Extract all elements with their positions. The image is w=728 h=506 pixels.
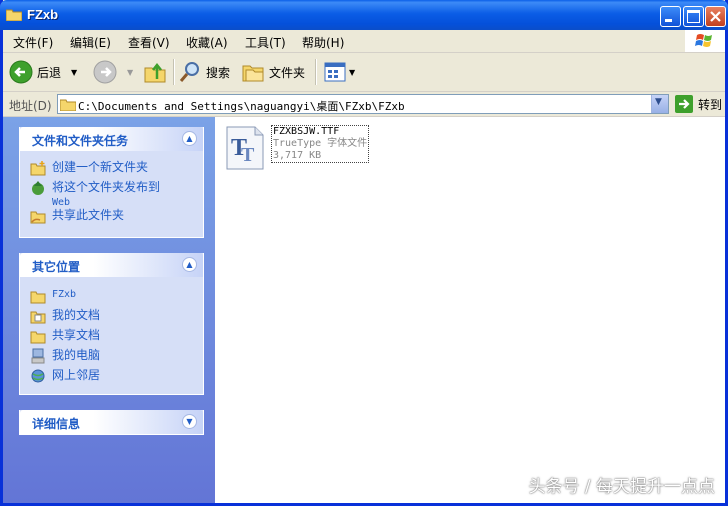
places-panel: 其它位置 ▲ FZxb 我的文档 共享文档 我的电脑 网上邻居 bbox=[19, 253, 204, 395]
shared-documents-icon bbox=[30, 331, 46, 344]
views-dropdown-icon: ▼ bbox=[349, 67, 356, 77]
menu-help[interactable]: 帮助(H) bbox=[302, 34, 344, 51]
folder-icon bbox=[30, 291, 46, 304]
place-my-documents[interactable]: 我的文档 bbox=[30, 308, 100, 324]
windows-flag-icon bbox=[695, 34, 712, 47]
go-label: 转到 bbox=[698, 97, 723, 112]
address-input[interactable]: C:\Documents and Settings\naguangyi\桌面\F… bbox=[57, 94, 669, 114]
folder-icon bbox=[6, 9, 22, 21]
place-fzxb[interactable]: FZxb bbox=[30, 288, 76, 304]
forward-button[interactable]: ▼ bbox=[93, 59, 133, 85]
toolbar-separator bbox=[173, 59, 175, 85]
chevron-up-icon[interactable]: ▲ bbox=[182, 257, 197, 272]
task-label: 创建一个新文件夹 bbox=[52, 160, 149, 174]
places-panel-title: 其它位置 bbox=[32, 260, 81, 274]
publish-web-icon bbox=[32, 181, 44, 195]
minimize-button[interactable] bbox=[660, 6, 681, 27]
place-label: 网上邻居 bbox=[52, 368, 101, 382]
menu-tools[interactable]: 工具(T) bbox=[245, 34, 286, 51]
maximize-button[interactable] bbox=[683, 6, 704, 27]
folders-button[interactable]: 文件夹 bbox=[241, 59, 305, 85]
close-button[interactable] bbox=[705, 6, 726, 27]
minimize-icon bbox=[665, 19, 672, 22]
up-folder-icon bbox=[144, 62, 166, 83]
file-info: FZXBSJW.TTF TrueType 字体文件 3,717 KB bbox=[271, 125, 370, 163]
task-label-line2: Web bbox=[52, 197, 71, 208]
task-pane: 文件和文件夹任务 ▲ 创建一个新文件夹 将这个文件夹发布到 Web 共享此文件夹 … bbox=[3, 117, 215, 503]
file-name: FZXBSJW.TTF bbox=[273, 126, 340, 137]
svg-text:T: T bbox=[241, 144, 255, 166]
menu-view[interactable]: 查看(V) bbox=[128, 34, 170, 51]
task-label: 共享此文件夹 bbox=[52, 208, 125, 222]
task-new-folder[interactable]: 创建一个新文件夹 bbox=[30, 160, 148, 176]
title-bar[interactable]: FZxb bbox=[0, 0, 728, 30]
place-my-computer[interactable]: 我的电脑 bbox=[30, 348, 100, 364]
chevron-up-icon[interactable]: ▲ bbox=[182, 131, 197, 146]
my-computer-icon bbox=[31, 348, 45, 364]
forward-arrow-icon bbox=[93, 60, 117, 84]
place-label: FZxb bbox=[52, 289, 77, 300]
back-arrow-icon bbox=[9, 60, 33, 84]
back-button[interactable]: 后退 ▼ bbox=[9, 59, 77, 85]
truetype-font-icon: T T bbox=[226, 126, 264, 170]
details-panel-header[interactable]: 详细信息 ▼ bbox=[20, 410, 203, 434]
file-size: 3,717 KB bbox=[273, 150, 322, 161]
place-label: 我的电脑 bbox=[52, 348, 101, 362]
menu-bar: 文件(F) 编辑(E) 查看(V) 收藏(A) 工具(T) 帮助(H) bbox=[3, 30, 725, 53]
back-label: 后退 bbox=[37, 65, 62, 80]
address-path: C:\Documents and Settings\naguangyi\桌面\F… bbox=[78, 100, 405, 113]
windows-logo bbox=[685, 30, 725, 52]
details-panel: 详细信息 ▼ bbox=[19, 410, 204, 435]
window-title: FZxb bbox=[27, 7, 59, 22]
views-button[interactable]: ▼ bbox=[323, 59, 355, 85]
search-button[interactable]: 搜索 bbox=[178, 59, 230, 85]
my-documents-icon bbox=[30, 311, 46, 324]
task-publish-web[interactable]: 将这个文件夹发布到 Web bbox=[30, 180, 160, 210]
up-folder-button[interactable] bbox=[143, 59, 167, 85]
task-share-folder[interactable]: 共享此文件夹 bbox=[30, 208, 124, 224]
go-button[interactable]: 转到 bbox=[675, 94, 722, 114]
folders-label: 文件夹 bbox=[269, 65, 306, 80]
tasks-panel-header[interactable]: 文件和文件夹任务 ▲ bbox=[20, 127, 203, 151]
watermark-text: 头条号 / 每天提升一点点 bbox=[528, 477, 715, 497]
toolbar: 后退 ▼ ▼ 搜索 文件夹 ▼ bbox=[3, 53, 725, 92]
chevron-down-icon[interactable]: ▼ bbox=[182, 414, 197, 429]
close-icon bbox=[710, 11, 721, 22]
folder-icon bbox=[60, 99, 76, 111]
file-type: TrueType 字体文件 bbox=[273, 138, 368, 149]
address-label: 地址(D) bbox=[9, 99, 52, 113]
toolbar-separator bbox=[315, 59, 317, 85]
place-shared-documents[interactable]: 共享文档 bbox=[30, 328, 100, 344]
share-folder-icon bbox=[30, 211, 46, 224]
menu-file[interactable]: 文件(F) bbox=[13, 34, 53, 51]
task-label: 将这个文件夹发布到 Web bbox=[52, 180, 160, 210]
places-panel-header[interactable]: 其它位置 ▲ bbox=[20, 253, 203, 277]
tasks-panel: 文件和文件夹任务 ▲ 创建一个新文件夹 将这个文件夹发布到 Web 共享此文件夹 bbox=[19, 127, 204, 238]
back-dropdown-icon[interactable]: ▼ bbox=[71, 68, 77, 77]
folders-icon bbox=[242, 65, 264, 82]
chevron-down-icon: ▼ bbox=[655, 97, 662, 107]
file-list-pane[interactable]: T T FZXBSJW.TTF TrueType 字体文件 3,717 KB bbox=[215, 117, 725, 503]
forward-dropdown-icon[interactable]: ▼ bbox=[127, 68, 133, 77]
views-icon bbox=[324, 62, 346, 82]
network-icon bbox=[31, 369, 45, 383]
address-dropdown-button[interactable]: ▼ bbox=[651, 95, 668, 113]
place-network[interactable]: 网上邻居 bbox=[30, 368, 100, 384]
search-label: 搜索 bbox=[206, 65, 231, 80]
menu-edit[interactable]: 编辑(E) bbox=[70, 34, 111, 51]
menu-favorites[interactable]: 收藏(A) bbox=[186, 34, 228, 51]
maximize-icon bbox=[687, 10, 700, 23]
go-arrow-icon bbox=[675, 95, 693, 113]
task-label-line1: 将这个文件夹发布到 bbox=[52, 180, 161, 194]
place-label: 共享文档 bbox=[52, 328, 101, 342]
details-panel-title: 详细信息 bbox=[32, 417, 81, 431]
address-bar: 地址(D) C:\Documents and Settings\naguangy… bbox=[3, 92, 725, 117]
search-icon bbox=[179, 62, 199, 82]
explorer-window: FZxb 文件(F) 编辑(E) 查看(V) 收藏(A) 工具(T) 帮助(H) bbox=[0, 0, 728, 506]
tasks-panel-title: 文件和文件夹任务 bbox=[32, 134, 129, 148]
new-folder-icon bbox=[30, 161, 46, 176]
place-label: 我的文档 bbox=[52, 308, 101, 322]
